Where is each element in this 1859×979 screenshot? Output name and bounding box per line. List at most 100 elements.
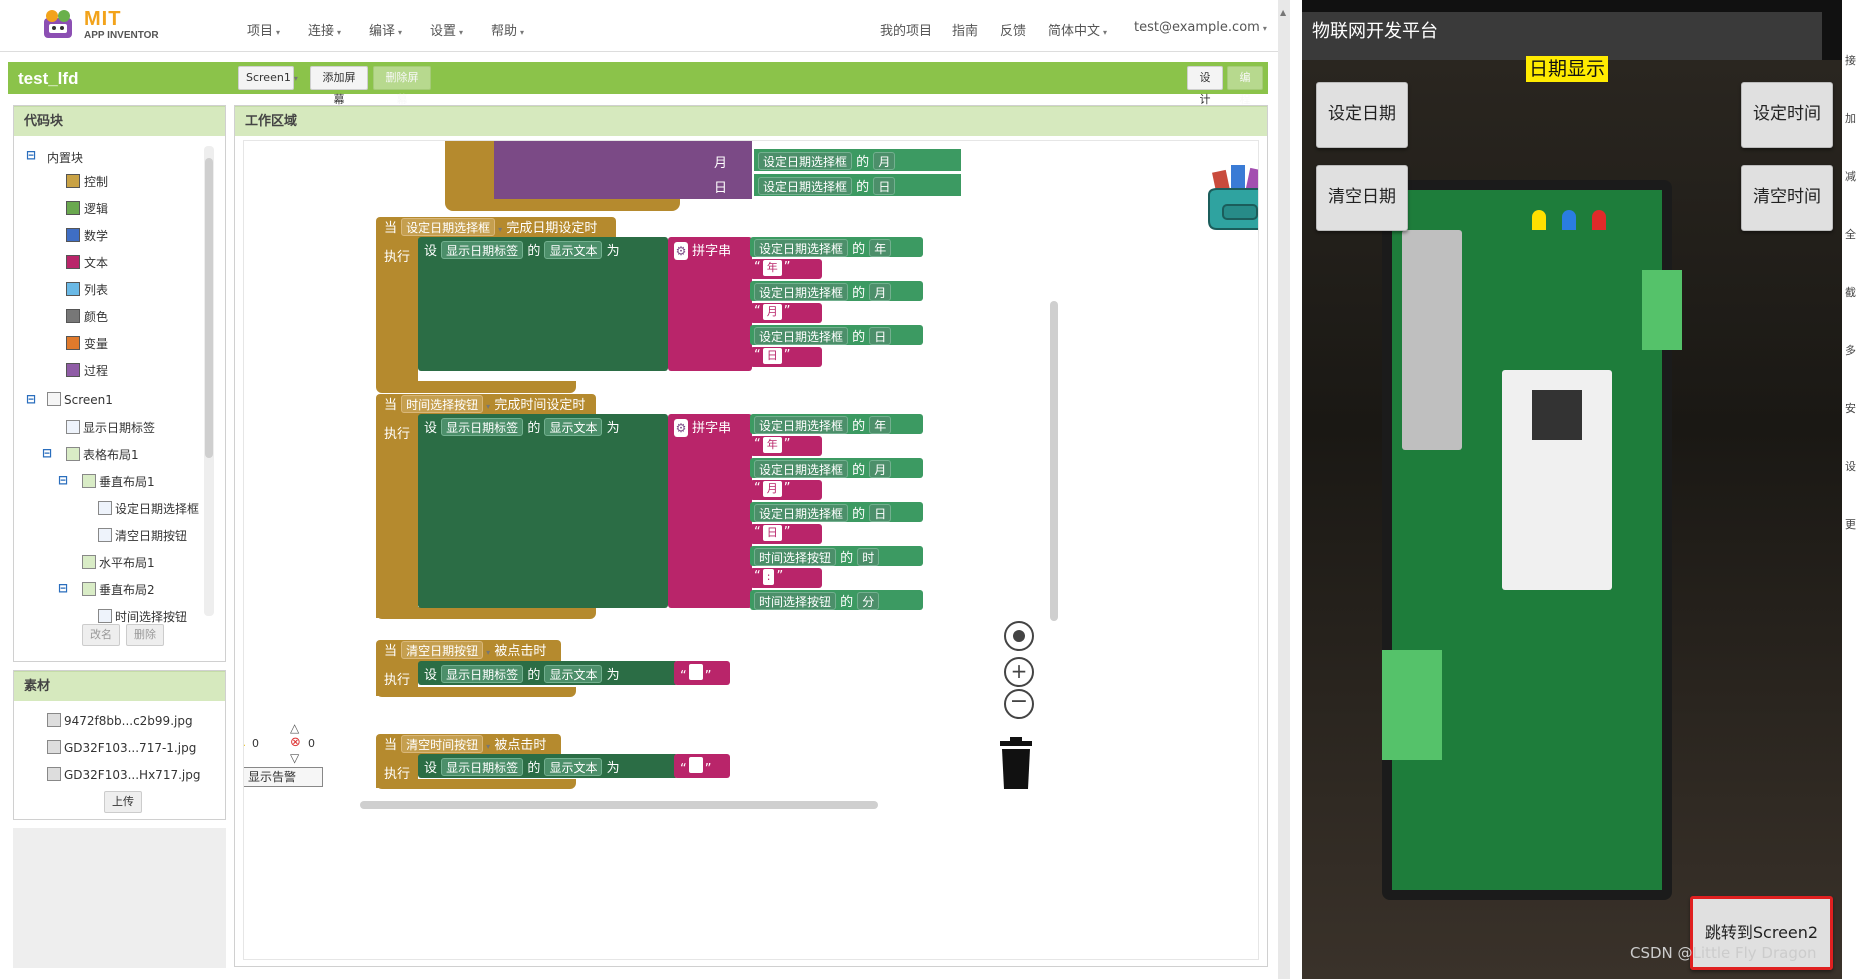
menu-help[interactable]: 帮助 ▾	[491, 20, 524, 39]
language-menu[interactable]: 简体中文 ▾	[1048, 20, 1107, 39]
get-property-block[interactable]: 设定日期选择框 的 日	[750, 502, 923, 522]
side-tool[interactable]: 更	[1845, 516, 1856, 532]
get-property-block[interactable]: 设定日期选择框 的 日	[754, 174, 961, 196]
set-property-block[interactable]: 设 显示日期标签 的 显示文本 为	[418, 661, 678, 685]
set-property-block[interactable]: 设 显示日期标签 的 显示文本 为	[418, 414, 668, 608]
workspace-vertical-scrollbar[interactable]	[1050, 301, 1058, 621]
string-block[interactable]: “:”	[750, 568, 822, 588]
string-block[interactable]: “月”	[750, 480, 822, 500]
error-next-icon[interactable]: ▽	[290, 751, 299, 765]
string-block[interactable]: “年”	[750, 436, 822, 456]
recenter-icon[interactable]	[1004, 621, 1034, 651]
assets-panel-title: 素材	[14, 671, 225, 701]
tree-component[interactable]: 显示日期标签	[66, 419, 155, 436]
builtin-logic[interactable]: 逻辑	[66, 200, 108, 217]
collapse-icon[interactable]: ⊟	[26, 392, 36, 406]
zoom-out-icon[interactable]: −	[1004, 689, 1034, 719]
builtin-text[interactable]: 文本	[66, 254, 108, 271]
get-property-block[interactable]: 设定日期选择框 的 月	[750, 458, 923, 478]
partial-row-label: 日	[714, 181, 728, 196]
collapse-icon[interactable]: ⊟	[58, 581, 68, 595]
menu-settings[interactable]: 设置 ▾	[430, 20, 463, 39]
blocks-button[interactable]: 编程	[1227, 66, 1263, 106]
gear-icon[interactable]: ⚙	[674, 242, 688, 260]
side-tool[interactable]: 截	[1845, 284, 1856, 300]
builtin-colors[interactable]: 颜色	[66, 308, 108, 325]
get-property-block[interactable]: 时间选择按钮 的 分	[750, 590, 923, 610]
tree-scroll-thumb[interactable]	[205, 158, 213, 458]
builtin-procedures[interactable]: 过程	[66, 362, 108, 379]
collapse-icon[interactable]: ⊟	[58, 473, 68, 487]
get-property-block[interactable]: 设定日期选择框 的 日	[750, 325, 923, 345]
builtin-control[interactable]: 控制	[66, 173, 108, 190]
menu-project[interactable]: 项目 ▾	[247, 20, 280, 39]
asset-file[interactable]: GD32F103...Hx717.jpg	[47, 767, 200, 782]
menu-connect[interactable]: 连接 ▾	[308, 20, 341, 39]
get-property-block[interactable]: 设定日期选择框 的 月	[754, 149, 961, 171]
side-tool[interactable]: 全	[1845, 226, 1856, 242]
empty-string-block[interactable]: “”	[674, 661, 730, 685]
set-property-block[interactable]: 设 显示日期标签 的 显示文本 为	[418, 754, 678, 778]
tree-component[interactable]: 垂直布局1	[82, 473, 155, 490]
get-property-block[interactable]: 设定日期选择框 的 年	[750, 414, 923, 434]
clear-time-button[interactable]: 清空时间	[1741, 165, 1833, 231]
zoom-in-icon[interactable]: +	[1004, 657, 1034, 687]
tree-component[interactable]: 垂直布局2	[82, 581, 155, 598]
add-screen-button[interactable]: 添加屏幕	[310, 66, 368, 106]
string-block[interactable]: “日”	[750, 524, 822, 544]
clear-date-button[interactable]: 清空日期	[1316, 165, 1408, 231]
empty-string-block[interactable]: “”	[674, 754, 730, 778]
page-scrollbar[interactable]: ▲	[1278, 0, 1290, 979]
get-property-block[interactable]: 设定日期选择框 的 年	[750, 237, 923, 257]
set-property-block[interactable]: 设 显示日期标签 的 显示文本 为	[418, 237, 668, 371]
join-block[interactable]: ⚙ 拼字串	[668, 414, 752, 608]
blocks-canvas[interactable]: 月 日 设定日期选择框 的 月 设定日期选择框 的 日 当 设定日期选择框 ▾ 完…	[243, 140, 1259, 960]
set-date-button[interactable]: 设定日期	[1316, 82, 1408, 148]
designer-button[interactable]: 设计	[1187, 66, 1223, 106]
side-tool[interactable]: 接	[1845, 52, 1856, 68]
set-time-button[interactable]: 设定时间	[1741, 82, 1833, 148]
backpack-icon[interactable]	[1201, 155, 1259, 235]
side-tool[interactable]: 加	[1845, 110, 1856, 126]
tree-component[interactable]: 表格布局1	[66, 446, 139, 463]
side-tool[interactable]: 多	[1845, 342, 1856, 358]
workspace-horizontal-scrollbar[interactable]	[360, 801, 878, 809]
get-property-block[interactable]: 时间选择按钮 的 时	[750, 546, 923, 566]
guide-link[interactable]: 指南	[952, 20, 978, 39]
delete-button[interactable]: 删除	[126, 624, 164, 646]
my-projects-link[interactable]: 我的项目	[880, 20, 932, 39]
tree-screen1[interactable]: Screen1	[47, 392, 113, 407]
tree-component[interactable]: 水平布局1	[82, 554, 155, 571]
rename-button[interactable]: 改名	[82, 624, 120, 646]
screen-selector[interactable]: Screen1 ▾	[238, 66, 298, 90]
show-warnings-button[interactable]: 显示告警	[244, 767, 323, 787]
string-block[interactable]: “月”	[750, 303, 822, 323]
builtin-math[interactable]: 数学	[66, 227, 108, 244]
tree-component[interactable]: 设定日期选择框	[98, 500, 199, 517]
string-block[interactable]: “年”	[750, 259, 822, 279]
trash-icon[interactable]	[996, 737, 1036, 791]
gear-icon[interactable]: ⚙	[674, 419, 688, 437]
tree-component[interactable]: 时间选择按钮	[98, 608, 187, 625]
error-prev-icon[interactable]: △	[290, 721, 299, 735]
menu-build[interactable]: 编译 ▾	[369, 20, 402, 39]
string-block[interactable]: “日”	[750, 347, 822, 367]
asset-file[interactable]: 9472f8bb...c2b99.jpg	[47, 713, 193, 728]
tree-builtin[interactable]: 内置块	[47, 149, 83, 166]
builtin-variables[interactable]: 变量	[66, 335, 108, 352]
remove-screen-button[interactable]: 删除屏幕	[373, 66, 431, 106]
side-tool[interactable]: 减	[1845, 168, 1856, 184]
side-tool[interactable]: 安	[1845, 400, 1856, 416]
builtin-lists[interactable]: 列表	[66, 281, 108, 298]
tree-scrollbar[interactable]	[204, 146, 214, 616]
tree-component[interactable]: 清空日期按钮	[98, 527, 187, 544]
feedback-link[interactable]: 反馈	[1000, 20, 1026, 39]
collapse-icon[interactable]: ⊟	[42, 446, 52, 460]
asset-file[interactable]: GD32F103...717-1.jpg	[47, 740, 196, 755]
upload-button[interactable]: 上传	[104, 791, 142, 813]
get-property-block[interactable]: 设定日期选择框 的 月	[750, 281, 923, 301]
collapse-icon[interactable]: ⊟	[26, 148, 36, 162]
account-menu[interactable]: test@example.com ▾	[1134, 20, 1267, 35]
side-tool[interactable]: 设	[1845, 458, 1856, 474]
join-block[interactable]: ⚙ 拼字串	[668, 237, 752, 371]
